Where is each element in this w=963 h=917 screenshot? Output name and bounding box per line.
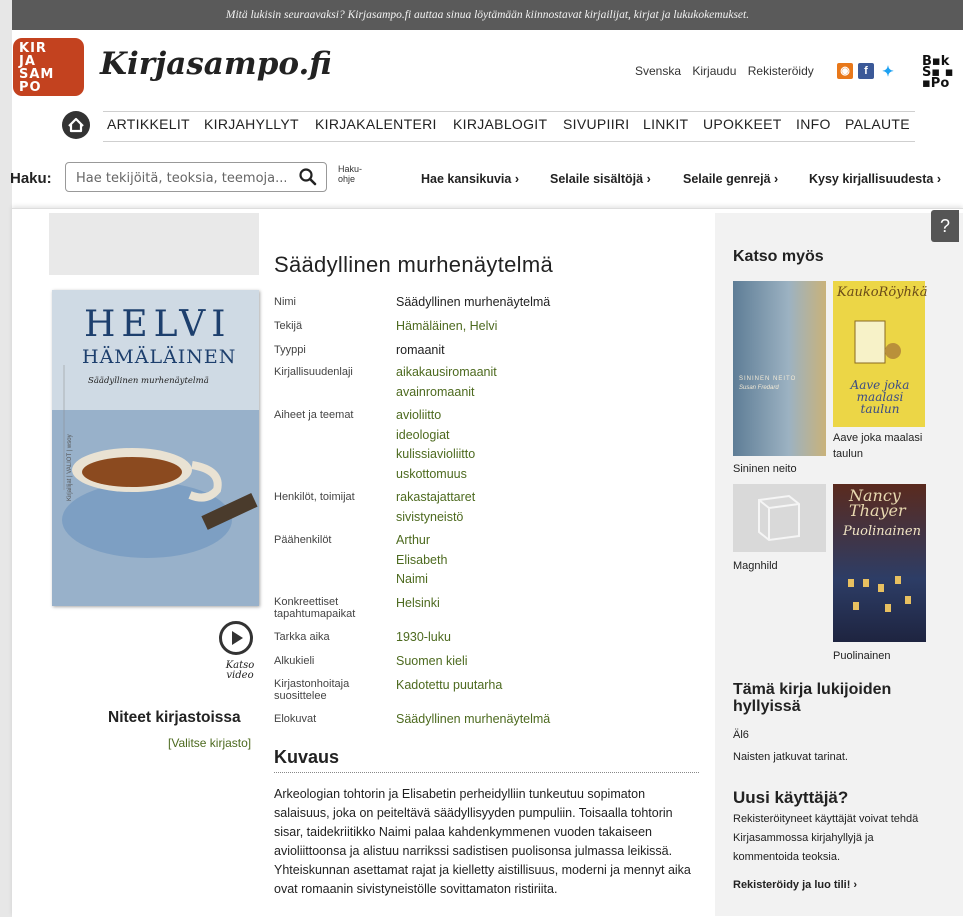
field-value-character-2[interactable]: Elisabeth (396, 553, 447, 567)
field-label-tyyppi: Tyyppi (274, 344, 306, 356)
nav-artikkelit[interactable]: ARTIKKELIT (107, 116, 190, 132)
search-icon[interactable] (298, 167, 318, 192)
top-links: Svenska Kirjaudu Rekisteröidy (635, 64, 822, 78)
cover-author-first: HELVI (84, 304, 232, 345)
nav-sivupiiri[interactable]: SIVUPIIRI (563, 116, 630, 132)
book-title: Säädyllinen murhenäytelmä (274, 252, 553, 277)
field-value-time[interactable]: 1930-luku (396, 630, 451, 644)
search-help-link[interactable]: Haku-ohje (338, 164, 362, 184)
see-also-title-4[interactable]: Puolinainen (833, 648, 891, 664)
field-label-alkukieli: Alkukieli (274, 655, 315, 667)
field-label-tekija: Tekijä (274, 320, 303, 332)
field-label-nimi: Nimi (274, 296, 296, 308)
field-value-person-2[interactable]: sivistyneistö (396, 510, 463, 524)
field-label-tapahtumapaikat: Konkreettiset tapahtumapaikat (274, 596, 356, 620)
library-heading: Niteet kirjastoissa (108, 709, 241, 726)
cover-spine-text: Kirjailijat | VALIOT | wsoy (67, 434, 73, 501)
shelves-heading: Tämä kirja lukijoiden hyllyissä (733, 681, 892, 715)
nav-kirjahyllyt[interactable]: KIRJAHYLLYT (204, 116, 299, 132)
quick-ask[interactable]: Kysy kirjallisuudesta › (809, 172, 941, 186)
new-user-heading: Uusi käyttäjä? (733, 788, 849, 807)
field-label-paahenkilot: Päähenkilöt (274, 534, 332, 546)
register-link[interactable]: Rekisteröidy (748, 64, 814, 78)
field-value-film[interactable]: Säädyllinen murhenäytelmä (396, 712, 550, 726)
search-label: Haku: (10, 170, 52, 187)
site-name[interactable]: Kirjasampo.fi (100, 46, 332, 82)
see-also-cover-3[interactable] (733, 484, 826, 552)
rss-icon[interactable]: ◉ (837, 63, 853, 79)
select-library-link[interactable]: [Valitse kirjasto] (168, 736, 251, 750)
left-top-panel (49, 213, 259, 275)
field-label-elokuvat: Elokuvat (274, 713, 317, 725)
register-account-link[interactable]: Rekisteröidy ja luo tili! › (733, 876, 857, 895)
login-link[interactable]: Kirjaudu (692, 64, 736, 78)
description-divider (274, 772, 699, 773)
search-input[interactable] (74, 168, 288, 188)
top-banner: Mitä lukisin seuraavaksi? Kirjasampo.fi … (12, 0, 963, 30)
field-value-character-3[interactable]: Naimi (396, 572, 428, 586)
new-user-text: Rekisteröityneet käyttäjät voivat tehdä … (733, 813, 919, 863)
book-cover[interactable]: HELVI HÄMÄLÄINEN Säädyllinen murhenäytel… (52, 290, 259, 606)
field-value-theme-2[interactable]: ideologiat (396, 428, 450, 442)
see-also-title-3[interactable]: Magnhild (733, 558, 778, 574)
nav-palaute[interactable]: PALAUTE (845, 116, 910, 132)
field-value-nimi: Säädyllinen murhenäytelmä (396, 295, 551, 309)
search-box (65, 162, 327, 192)
description-heading: Kuvaus (274, 747, 340, 767)
twitter-icon[interactable]: ✦ (880, 63, 896, 79)
cover-author-last: HÄMÄLÄINEN (82, 346, 237, 368)
facebook-icon[interactable]: f (858, 63, 874, 79)
see-also-heading: Katso myös (733, 248, 824, 265)
field-value-person-1[interactable]: rakastajattaret (396, 490, 475, 504)
field-value-language[interactable]: Suomen kieli (396, 654, 468, 668)
field-label-tarkka-aika: Tarkka aika (274, 631, 330, 643)
field-label-henkilot: Henkilöt, toimijat (274, 491, 355, 503)
nav-bottom-rule (103, 141, 915, 142)
see-also-cover-2[interactable]: KaukoRöyhkä Aave joka maalasi taulun (833, 281, 928, 427)
description-text: Arkeologian tohtorin ja Elisabetin perhe… (274, 787, 691, 896)
shelf-item-2[interactable]: Naisten jatkuvat tarinat. (733, 748, 848, 767)
nav-kirjakalenteri[interactable]: KIRJAKALENTERI (315, 116, 437, 132)
field-value-character-1[interactable]: Arthur (396, 533, 430, 547)
kirjasampo-logo[interactable]: KI R JA SAM PO (13, 38, 84, 96)
nav-info[interactable]: INFO (796, 116, 831, 132)
nav-top-rule (103, 111, 915, 112)
field-value-tyyppi: romaanit (396, 343, 445, 357)
field-value-tekija[interactable]: Hämäläinen, Helvi (396, 319, 497, 333)
shelf-item-1[interactable]: Äl6 (733, 726, 749, 745)
field-value-genre-1[interactable]: aikakausiromaanit (396, 365, 497, 379)
field-value-genre-2[interactable]: avainromaanit (396, 385, 475, 399)
quick-browse-genres[interactable]: Selaile genrejä › (683, 172, 778, 186)
booksampo-logo[interactable]: B▪k S▪ ▪ ▪Po (922, 55, 960, 90)
field-value-theme-4[interactable]: uskottomuus (396, 467, 467, 481)
quick-browse-content[interactable]: Selaile sisältöjä › (550, 172, 651, 186)
field-value-recommend[interactable]: Kadotettu puutarha (396, 678, 502, 692)
field-value-theme-3[interactable]: kulissiavioliitto (396, 447, 475, 461)
see-also-title-2[interactable]: Aave joka maalasi taulun (833, 430, 928, 462)
help-tab[interactable]: ? (931, 210, 959, 242)
field-label-aiheet: Aiheet ja teemat (274, 409, 354, 421)
field-value-theme-1[interactable]: avioliitto (396, 408, 441, 422)
field-label-suosittelee: Kirjastonhoitaja suosittelee (274, 678, 350, 702)
field-label-kirjallisuudenlaji: Kirjallisuudenlaji (274, 366, 353, 378)
quick-covers[interactable]: Hae kansikuvia › (421, 172, 519, 186)
watch-video-label[interactable]: Katso video (222, 661, 258, 681)
see-also-cover-1[interactable]: SININEN NEITO Susan Fredard (733, 281, 826, 456)
play-video-icon[interactable] (219, 621, 253, 655)
nav-linkit[interactable]: LINKIT (643, 116, 688, 132)
see-also-cover-4[interactable]: Nancy Thayer Puolinainen (833, 484, 926, 642)
language-link[interactable]: Svenska (635, 64, 681, 78)
field-value-place[interactable]: Helsinki (396, 596, 440, 610)
see-also-title-1[interactable]: Sininen neito (733, 461, 797, 477)
cover-title: Säädyllinen murhenäytelmä (88, 376, 209, 386)
home-icon[interactable] (62, 111, 90, 139)
nav-upokkeet[interactable]: UPOKKEET (703, 116, 782, 132)
nav-kirjablogit[interactable]: KIRJABLOGIT (453, 116, 547, 132)
